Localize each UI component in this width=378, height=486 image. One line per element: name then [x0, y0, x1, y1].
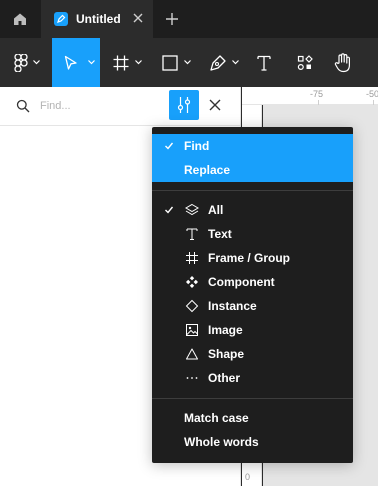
main-menu-button[interactable]	[0, 38, 52, 87]
instance-icon	[185, 299, 199, 313]
menu-item-shape[interactable]: Shape	[152, 342, 353, 366]
cursor-arrow-icon	[64, 55, 77, 70]
image-icon	[186, 324, 198, 336]
text-icon	[257, 55, 271, 71]
home-icon	[14, 13, 26, 25]
file-tab[interactable]: Untitled	[41, 0, 153, 38]
resources-icon	[297, 54, 313, 70]
menu-item-label: Match case	[184, 411, 249, 425]
menu-item-component[interactable]: Component	[152, 270, 353, 294]
component-icon	[186, 276, 198, 288]
menu-item-label: Find	[184, 139, 210, 153]
menu-item-label: Shape	[208, 347, 245, 361]
find-options-button[interactable]	[169, 90, 199, 120]
chevron-down-icon	[184, 60, 191, 65]
figma-file-icon	[54, 12, 68, 26]
ruler-label: 0	[245, 472, 251, 482]
menu-item-match-case[interactable]: Match case	[152, 406, 353, 430]
close-tab-icon[interactable]	[131, 11, 145, 25]
menu-divider	[152, 190, 353, 191]
menu-item-text[interactable]: Text	[152, 222, 353, 246]
chevron-down-icon	[33, 60, 40, 65]
new-tab-icon[interactable]	[164, 11, 180, 27]
menu-item-instance[interactable]: Instance	[152, 294, 353, 318]
menu-item-all[interactable]: All	[152, 198, 353, 222]
chevron-down-icon	[232, 60, 239, 65]
layers-icon	[185, 203, 199, 216]
menu-item-other[interactable]: Other	[152, 366, 353, 390]
frame-icon	[113, 55, 129, 70]
toolbar	[0, 38, 378, 87]
tab-bar: Untitled	[0, 0, 378, 38]
find-bar	[0, 87, 241, 126]
pen-icon	[210, 54, 226, 71]
menu-item-replace[interactable]: Replace	[152, 158, 353, 182]
menu-item-label: Whole words	[184, 435, 259, 449]
menu-item-label: Other	[208, 371, 241, 385]
menu-item-label: Image	[208, 323, 243, 337]
close-icon[interactable]	[207, 97, 223, 113]
shape-icon	[186, 348, 198, 360]
find-options-menu: Find Replace All Text Frame / Group Comp…	[152, 127, 353, 463]
resources-tool-button[interactable]	[288, 38, 322, 87]
chevron-down-icon	[88, 60, 95, 65]
frame-tool-button[interactable]	[103, 38, 149, 87]
checkmark-icon	[165, 206, 174, 214]
pen-tool-button[interactable]	[200, 38, 246, 87]
find-input[interactable]	[40, 97, 160, 115]
menu-item-label: Component	[208, 275, 275, 289]
ruler-label: -75	[310, 89, 324, 99]
shape-tool-button[interactable]	[152, 38, 198, 87]
home-button[interactable]	[0, 0, 40, 38]
move-tool-button[interactable]	[52, 38, 100, 87]
text-tool-button[interactable]	[248, 38, 280, 87]
checkmark-icon	[165, 142, 174, 150]
menu-item-whole-words[interactable]: Whole words	[152, 430, 353, 454]
ruler-label: -50	[366, 89, 378, 99]
menu-item-image[interactable]: Image	[152, 318, 353, 342]
rectangle-icon	[162, 54, 178, 71]
hand-tool-button[interactable]	[326, 38, 360, 87]
hand-icon	[334, 52, 350, 72]
menu-item-label: Replace	[184, 163, 231, 177]
horizontal-ruler: -75 -50	[242, 87, 378, 105]
tab-title: Untitled	[76, 12, 121, 26]
search-icon	[16, 99, 30, 113]
menu-divider	[152, 398, 353, 399]
menu-item-label: All	[208, 203, 224, 217]
menu-item-label: Instance	[208, 299, 257, 313]
text-icon	[186, 228, 198, 240]
menu-item-label: Text	[208, 227, 232, 241]
chevron-down-icon	[135, 60, 142, 65]
menu-item-frame-group[interactable]: Frame / Group	[152, 246, 353, 270]
frame-icon	[186, 252, 198, 264]
menu-item-find[interactable]: Find	[152, 134, 353, 158]
more-icon	[186, 377, 198, 379]
sliders-icon	[177, 97, 191, 113]
menu-item-label: Frame / Group	[208, 251, 291, 265]
figma-logo-icon	[14, 53, 28, 72]
